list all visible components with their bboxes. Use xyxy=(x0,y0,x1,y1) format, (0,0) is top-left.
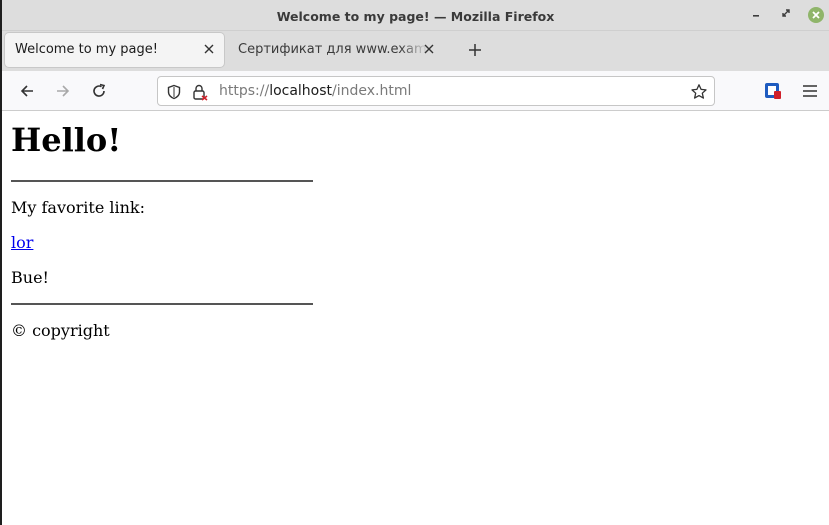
hamburger-menu-icon xyxy=(803,85,817,97)
back-arrow-icon xyxy=(20,85,33,97)
forward-arrow-icon xyxy=(57,85,70,97)
extension-button[interactable] xyxy=(764,82,782,100)
bookmark-star-button[interactable] xyxy=(690,83,708,101)
favorite-link[interactable]: lor xyxy=(11,233,33,252)
restore-icon xyxy=(782,9,790,17)
url-scheme: https:// xyxy=(219,83,270,99)
close-icon xyxy=(812,11,820,19)
reload-button[interactable] xyxy=(87,79,111,103)
window-close-button[interactable] xyxy=(808,7,824,23)
extension-icon xyxy=(765,83,781,99)
page-heading: Hello! xyxy=(11,121,122,159)
tab-label: Сертификат для www.example xyxy=(238,42,428,57)
plus-icon xyxy=(469,44,481,56)
close-icon xyxy=(204,44,214,54)
bye-text: Bue! xyxy=(11,268,49,287)
navigation-toolbar: https://localhost/index.html xyxy=(2,71,829,111)
url-host: localhost xyxy=(269,83,333,99)
close-icon xyxy=(424,44,434,54)
address-bar[interactable]: https://localhost/index.html xyxy=(157,76,715,106)
page-content: Hello! My favorite link: lor Bue! © copy… xyxy=(2,112,829,525)
tab-close-button[interactable] xyxy=(202,33,216,67)
divider xyxy=(11,303,313,305)
url-text[interactable]: https://localhost/index.html xyxy=(219,77,411,105)
maximize-button[interactable] xyxy=(778,7,794,23)
tab-close-button[interactable] xyxy=(422,33,436,67)
favorite-link-label: My favorite link: xyxy=(11,198,146,217)
tab-label: Welcome to my page! xyxy=(15,42,158,57)
lock-icon[interactable] xyxy=(191,83,209,101)
reload-icon xyxy=(93,83,106,97)
minimize-button[interactable] xyxy=(748,7,764,23)
back-button[interactable] xyxy=(15,79,39,103)
forward-button[interactable] xyxy=(51,79,75,103)
tracking-protection-shield-icon[interactable] xyxy=(165,83,183,101)
browser-window: Welcome to my page! — Mozilla Firefox We… xyxy=(2,0,829,525)
window-title: Welcome to my page! — Mozilla Firefox xyxy=(276,9,555,24)
tab-welcome[interactable]: Welcome to my page! xyxy=(5,33,224,67)
title-bar: Welcome to my page! — Mozilla Firefox xyxy=(2,0,829,31)
new-tab-button[interactable] xyxy=(464,33,486,67)
star-icon xyxy=(691,84,707,99)
tab-bar: Welcome to my page! Сертификат для www.e… xyxy=(2,31,829,71)
tab-certificate[interactable]: Сертификат для www.example xyxy=(228,33,444,67)
copyright-text: © copyright xyxy=(11,321,110,340)
url-path: /index.html xyxy=(332,83,412,99)
app-menu-button[interactable] xyxy=(800,81,820,101)
divider xyxy=(11,180,313,182)
minimize-icon xyxy=(753,15,759,17)
